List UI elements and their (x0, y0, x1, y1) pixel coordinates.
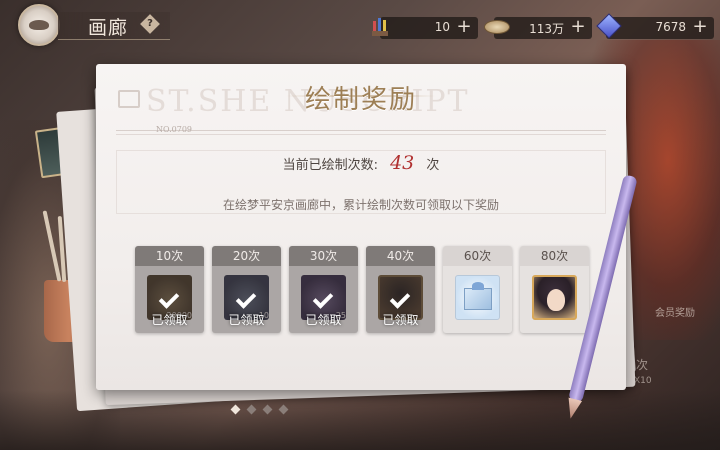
document-number: NO.0709 (156, 125, 192, 134)
reward-threshold: 60次 (443, 246, 512, 266)
add-gem-button[interactable]: + (690, 17, 710, 39)
coin-icon (484, 15, 510, 34)
reward-threshold: 40次 (366, 246, 435, 266)
help-symbol: ? (147, 18, 153, 29)
resource-gem: 7678 + (596, 13, 714, 39)
reward-card-40[interactable]: 40次 已领取 (366, 246, 435, 333)
reward-card-20[interactable]: 20次 10 已领取 (212, 246, 281, 333)
reward-threshold: 30次 (289, 246, 358, 266)
gem-count: 7678 (655, 20, 686, 34)
check-icon (158, 288, 180, 309)
side-count-label: 次 (636, 358, 649, 372)
page-dot[interactable] (246, 404, 257, 415)
check-icon (312, 288, 334, 309)
claimed-label: 已领取 (151, 313, 188, 327)
add-coin-button[interactable]: + (568, 17, 588, 39)
claimed-overlay: 已领取 (135, 266, 204, 333)
claimed-overlay: 已领取 (212, 266, 281, 333)
gem-icon (596, 13, 622, 39)
reward-card-30[interactable]: 30次 25 已领取 (289, 246, 358, 333)
reward-description: 在绘梦平安京画廊中，累计绘制次数可领取以下奖励 (222, 198, 499, 212)
page-dot[interactable] (278, 404, 289, 415)
reward-threshold: 20次 (212, 246, 281, 266)
gift-box-icon (455, 275, 500, 320)
claimed-overlay: 已领取 (289, 266, 358, 333)
header-rule-secondary (116, 134, 606, 135)
back-button[interactable] (18, 4, 60, 46)
page-dot[interactable] (262, 404, 273, 415)
page-indicator (230, 404, 300, 416)
side-multiplier-label: X10 (634, 376, 652, 386)
brush-count: 10 (434, 20, 450, 34)
panel-title: 绘制奖励 (304, 85, 417, 115)
draw-count-row: 当前已绘制次数: 43 次 (96, 152, 626, 174)
resource-coin: 113万 + (484, 17, 592, 39)
page-title: 画廊 (88, 17, 129, 39)
reward-card-80[interactable]: 80次 (520, 246, 589, 333)
draw-count-unit: 次 (426, 158, 440, 173)
side-menu-label[interactable]: 会员奖励 (655, 304, 695, 319)
claimed-label: 已领取 (382, 313, 419, 327)
help-icon[interactable]: ? (140, 14, 160, 34)
add-brush-button[interactable]: + (454, 17, 474, 39)
draw-count-value: 43 (390, 152, 415, 174)
claimed-label: 已领取 (228, 313, 265, 327)
hat-icon (29, 20, 49, 30)
reward-threshold: 80次 (520, 246, 589, 266)
reward-card-10[interactable]: 10次 20000 已领取 (135, 246, 204, 333)
draw-count-label: 当前已绘制次数: (282, 158, 378, 173)
check-icon (389, 288, 411, 309)
reward-threshold: 10次 (135, 246, 204, 266)
claimed-overlay: 已领取 (366, 266, 435, 333)
reward-panel: ST.SHE NUSCRIPT 绘制奖励 NO.0709 当前已绘制次数: 43… (96, 64, 626, 390)
claimed-label: 已领取 (305, 313, 342, 327)
coin-count: 113万 (529, 22, 564, 36)
reward-list: 10次 20000 已领取 20次 10 已领取 30次 25 已领取 40次 … (135, 246, 589, 336)
check-icon (235, 288, 257, 309)
resource-paintbrush: 10 + (372, 17, 478, 39)
page-dot[interactable] (230, 404, 241, 415)
reward-card-60[interactable]: 60次 (443, 246, 512, 333)
paintbrush-icon (370, 15, 392, 41)
character-portrait-icon (532, 275, 577, 320)
top-bar: 画廊 ? 10 + 113万 + 7678 + (0, 0, 720, 56)
